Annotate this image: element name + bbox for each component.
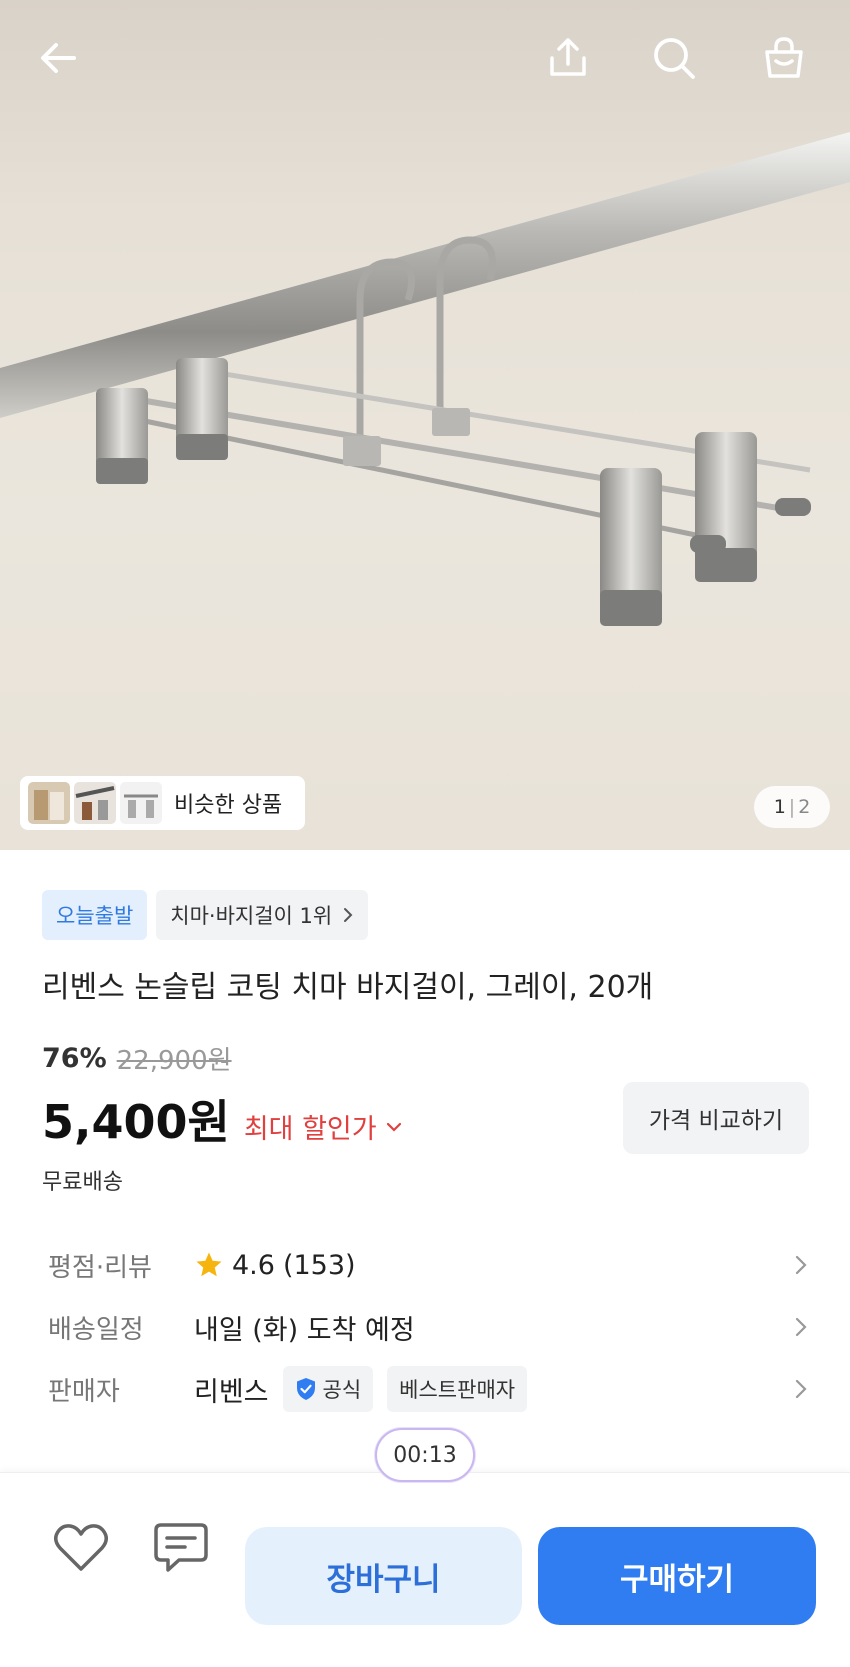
add-to-cart-button[interactable]: 장바구니 (245, 1527, 522, 1625)
arrow-left-icon (41, 43, 76, 73)
search-icon (654, 38, 695, 79)
buy-now-button[interactable]: 구매하기 (538, 1527, 816, 1625)
share-button[interactable] (536, 26, 600, 90)
pager-total: 2 (798, 796, 811, 818)
category-rank-label: 치마·바지걸이 1위 (170, 904, 333, 928)
discount-rate: 76% (42, 1043, 107, 1074)
seller-key: 판매자 (48, 1376, 120, 1407)
chevron-down-icon (386, 1122, 401, 1132)
category-rank-badge[interactable]: 치마·바지걸이 1위 (156, 890, 369, 940)
verified-shield-icon (296, 1378, 315, 1400)
product-title: 리벤스 논슬립 코팅 치마 바지걸이, 그레이, 20개 (42, 970, 654, 1005)
rating-review-row[interactable]: 평점·리뷰 4.6 (153) (48, 1240, 808, 1290)
wishlist-button[interactable] (46, 1513, 116, 1583)
hanger-photo (0, 132, 850, 626)
rating-key: 평점·리뷰 (48, 1252, 152, 1283)
discount-row: 76% 22,900원 (42, 1040, 232, 1077)
rating-value: 4.6 (232, 1249, 275, 1281)
max-discount-toggle[interactable]: 최대 할인가 (244, 1107, 403, 1146)
image-pager: 1 | 2 (754, 786, 830, 828)
free-shipping-label: 무료배송 (42, 1170, 123, 1195)
shopping-bag-icon (765, 37, 803, 78)
chevron-right-icon (344, 908, 353, 922)
original-price: 22,900원 (116, 1046, 232, 1076)
chevron-right-icon (795, 1379, 807, 1399)
similar-thumbnail (74, 782, 116, 824)
max-discount-label: 최대 할인가 (243, 1114, 377, 1145)
product-image[interactable]: 비슷한 상품 1 | 2 (0, 0, 850, 850)
pager-current: 1 (773, 796, 786, 818)
today-shipping-badge: 오늘출발 (42, 890, 148, 940)
similar-thumbnail (120, 782, 162, 824)
back-button[interactable] (26, 26, 90, 90)
price-compare-button[interactable]: 가격 비교하기 (623, 1082, 809, 1154)
similar-products-label: 비슷한 상품 (174, 793, 283, 818)
chevron-right-icon (795, 1255, 807, 1275)
inquiry-button[interactable] (146, 1513, 216, 1583)
star-icon (196, 1252, 222, 1277)
heart-icon (53, 1524, 109, 1571)
best-seller-badge: 베스트판매자 (387, 1366, 528, 1412)
review-count: (153) (282, 1249, 356, 1281)
delivery-row[interactable]: 배송일정 내일 (화) 도착 예정 (48, 1302, 808, 1352)
seller-value-group: 리벤스 공식 베스트판매자 (194, 1366, 528, 1412)
seller-row[interactable]: 판매자 리벤스 공식 베스트판매자 (48, 1364, 808, 1414)
sale-price: 5,400원 (42, 1095, 230, 1149)
price-row: 5,400원 최대 할인가 (42, 1086, 403, 1152)
similar-products-button[interactable]: 비슷한 상품 (20, 776, 305, 830)
similar-thumbnail (28, 782, 70, 824)
official-label: 공식 (322, 1378, 362, 1402)
search-button[interactable] (642, 26, 706, 90)
official-badge: 공식 (282, 1366, 374, 1412)
pager-separator: | (788, 796, 796, 818)
rating-value-group: 4.6 (153) (194, 1250, 356, 1281)
bottom-action-bar: 장바구니 구매하기 (0, 1472, 850, 1667)
seller-name: 리벤스 (194, 1376, 269, 1408)
delivery-key: 배송일정 (48, 1314, 144, 1345)
delivery-value: 내일 (화) 도착 예정 (194, 1314, 415, 1346)
badge-row: 오늘출발 치마·바지걸이 1위 (42, 890, 369, 940)
chevron-right-icon (795, 1317, 807, 1337)
cart-button[interactable] (752, 26, 816, 90)
share-icon (550, 38, 586, 76)
chat-icon (154, 1523, 208, 1572)
timer-badge: 00:13 (375, 1428, 475, 1482)
